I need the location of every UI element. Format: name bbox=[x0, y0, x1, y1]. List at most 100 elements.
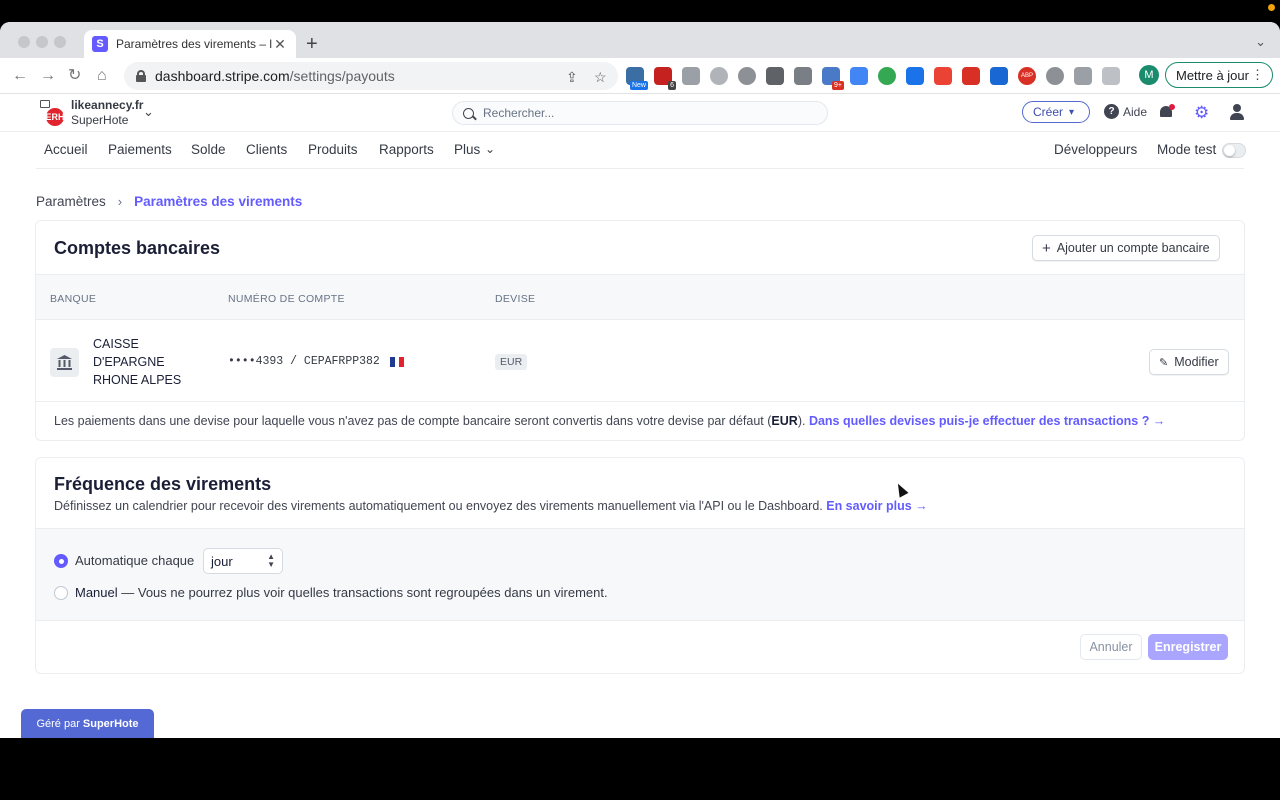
user-profile-icon[interactable] bbox=[1229, 104, 1245, 120]
create-label: Créer bbox=[1033, 105, 1064, 119]
screen: S Paramètres des virements – lik ✕ + ⌄ ←… bbox=[0, 0, 1280, 800]
bank-name: CAISSE D'EPARGNE RHONE ALPES bbox=[93, 337, 182, 387]
browser-tab[interactable]: S Paramètres des virements – lik ✕ bbox=[84, 30, 296, 58]
add-bank-account-label: Ajouter un compte bancaire bbox=[1056, 241, 1210, 255]
extension-chat-icon[interactable] bbox=[710, 67, 728, 85]
extension-b-icon[interactable] bbox=[906, 67, 924, 85]
account-number: ••••4393 / CEPAFRPP382 bbox=[228, 355, 404, 368]
forward-arrow-icon[interactable]: → bbox=[40, 66, 56, 86]
learn-more-link[interactable]: En savoir plus → bbox=[826, 499, 927, 513]
account-logo-badge: ERH bbox=[46, 108, 65, 126]
payout-schedule-card: Fréquence des virements Définissez un ca… bbox=[35, 457, 1245, 674]
extension-new-icon[interactable]: New bbox=[626, 67, 648, 90]
stripe-header: ERH likeannecy.fr SuperHote ⌄ Rechercher… bbox=[0, 94, 1280, 132]
currency-footnote: Les paiements dans une devise pour laque… bbox=[36, 401, 1244, 440]
extension-heart-icon[interactable] bbox=[878, 67, 896, 85]
update-browser-button[interactable]: Mettre à jour ⋮ bbox=[1165, 62, 1273, 88]
extension-code-icon[interactable] bbox=[682, 67, 700, 85]
extension-slack-icon[interactable]: 9+ bbox=[822, 67, 844, 90]
add-bank-account-button[interactable]: + Ajouter un compte bancaire bbox=[1032, 235, 1220, 261]
tab-search-chevron-icon[interactable]: ⌄ bbox=[1255, 34, 1266, 50]
create-button[interactable]: Créer ▾ bbox=[1022, 101, 1090, 123]
extension-red-icon[interactable] bbox=[962, 67, 980, 85]
address-bar[interactable]: dashboard.stripe.com/settings/payouts ⇪ … bbox=[124, 62, 618, 90]
manual-option: Manuel — Vous ne pourrez plus voir quell… bbox=[75, 585, 608, 600]
footnote-currency: EUR bbox=[771, 414, 798, 428]
manual-note: — Vous ne pourrez plus voir quelles tran… bbox=[117, 585, 608, 600]
extension-circle-icon[interactable] bbox=[990, 67, 1008, 85]
lock-icon bbox=[136, 70, 146, 82]
nav-item-solde[interactable]: Solde bbox=[191, 142, 226, 157]
reload-icon[interactable]: ↻ bbox=[68, 66, 81, 86]
account-name[interactable]: likeannecy.fr bbox=[71, 98, 143, 112]
extensions-puzzle-icon[interactable] bbox=[1074, 67, 1092, 85]
chevron-down-icon: ▾ bbox=[1069, 106, 1075, 118]
nav-divider bbox=[36, 168, 1244, 169]
nav-item-clients[interactable]: Clients bbox=[246, 142, 287, 157]
nav-item-produits[interactable]: Produits bbox=[308, 142, 358, 157]
user-head bbox=[1233, 104, 1241, 112]
more-menu-icon[interactable]: ⋮ bbox=[1251, 67, 1264, 83]
nav-item-plus[interactable]: Plus bbox=[454, 142, 480, 157]
shop-icon bbox=[40, 100, 50, 108]
nav-item-developers[interactable]: Développeurs bbox=[1054, 142, 1137, 157]
radio-automatic[interactable] bbox=[54, 554, 68, 568]
interval-select[interactable]: jour ▲ ▼ bbox=[203, 548, 283, 574]
managed-by-prefix: Géré par bbox=[36, 717, 80, 730]
settings-gear-icon[interactable]: ⚙ bbox=[1194, 104, 1209, 121]
currencies-help-link[interactable]: Dans quelles devises puis-je effectuer d… bbox=[809, 414, 1165, 428]
edit-bank-account-button[interactable]: ✎ Modifier bbox=[1149, 349, 1229, 375]
notifications-bell-icon[interactable] bbox=[1159, 104, 1175, 120]
main-nav: Accueil Paiements Solde Clients Produits… bbox=[0, 132, 1280, 169]
footnote-text: Les paiements dans une devise pour laque… bbox=[54, 414, 772, 428]
tab-title: Paramètres des virements – lik bbox=[116, 37, 272, 51]
breadcrumb-parent[interactable]: Paramètres bbox=[36, 194, 106, 209]
recording-indicator bbox=[1268, 4, 1275, 11]
managed-by-name: SuperHote bbox=[82, 717, 139, 730]
search-placeholder: Rechercher... bbox=[483, 106, 555, 120]
select-arrows-icon: ▲ ▼ bbox=[267, 552, 275, 569]
new-tab-icon[interactable]: + bbox=[306, 34, 318, 54]
payout-schedule-title: Fréquence des virements bbox=[54, 474, 272, 494]
bank-accounts-card: Comptes bancaires + Ajouter un compte ba… bbox=[35, 220, 1245, 441]
home-icon[interactable]: ⌂ bbox=[97, 66, 107, 86]
browser-window: S Paramètres des virements – lik ✕ + ⌄ ←… bbox=[0, 22, 1280, 738]
share-icon[interactable]: ⇪ bbox=[566, 69, 578, 86]
zoom-window-dot[interactable] bbox=[54, 36, 66, 48]
nav-item-rapports[interactable]: Rapports bbox=[379, 142, 434, 157]
account-logo[interactable]: ERH bbox=[40, 100, 66, 126]
minimize-window-dot[interactable] bbox=[36, 36, 48, 48]
close-window-dot[interactable] bbox=[18, 36, 30, 48]
extension-calendar-icon[interactable]: 6 bbox=[654, 67, 676, 90]
extension-gear-icon[interactable] bbox=[738, 67, 756, 85]
profile-avatar[interactable]: M bbox=[1139, 65, 1159, 85]
account-number-text: ••••4393 / CEPAFRPP382 bbox=[228, 355, 380, 368]
back-arrow-icon[interactable]: ← bbox=[12, 66, 28, 86]
nav-item-paiements[interactable]: Paiements bbox=[108, 142, 172, 157]
edit-label: Modifier bbox=[1174, 355, 1219, 369]
help-button[interactable]: ? Aide bbox=[1104, 104, 1147, 119]
tab-close-icon[interactable]: ✕ bbox=[272, 36, 288, 53]
save-button[interactable]: Enregistrer bbox=[1148, 634, 1228, 660]
search-input[interactable]: Rechercher... bbox=[452, 101, 828, 125]
bookmark-star-icon[interactable]: ☆ bbox=[594, 69, 607, 86]
user-body bbox=[1230, 113, 1244, 120]
managed-by-badge[interactable]: Géré par SuperHote bbox=[21, 709, 154, 738]
table-header: BANQUE NUMÉRO DE COMPTE DEVISE bbox=[36, 274, 1244, 320]
plus-chevron-down-icon[interactable]: ⌄ bbox=[485, 142, 495, 156]
extension-translate-icon[interactable] bbox=[850, 67, 868, 85]
extension-arrow-icon[interactable] bbox=[934, 67, 952, 85]
nav-item-accueil[interactable]: Accueil bbox=[44, 142, 88, 157]
account-subtitle: SuperHote bbox=[71, 113, 129, 127]
reading-list-icon[interactable] bbox=[1102, 67, 1120, 85]
extension-tool-icon[interactable] bbox=[766, 67, 784, 85]
radio-manual[interactable] bbox=[54, 586, 68, 600]
test-mode-toggle[interactable] bbox=[1222, 143, 1246, 158]
search-icon bbox=[463, 107, 474, 119]
help-icon: ? bbox=[1104, 104, 1119, 119]
extension-adblock-icon[interactable]: ABP bbox=[1018, 67, 1036, 85]
cancel-button[interactable]: Annuler bbox=[1080, 634, 1142, 660]
account-switcher-chevron-icon[interactable]: ⌄ bbox=[143, 104, 154, 120]
extension-grey-icon[interactable] bbox=[1046, 67, 1064, 85]
extension-w-icon[interactable] bbox=[794, 67, 812, 85]
